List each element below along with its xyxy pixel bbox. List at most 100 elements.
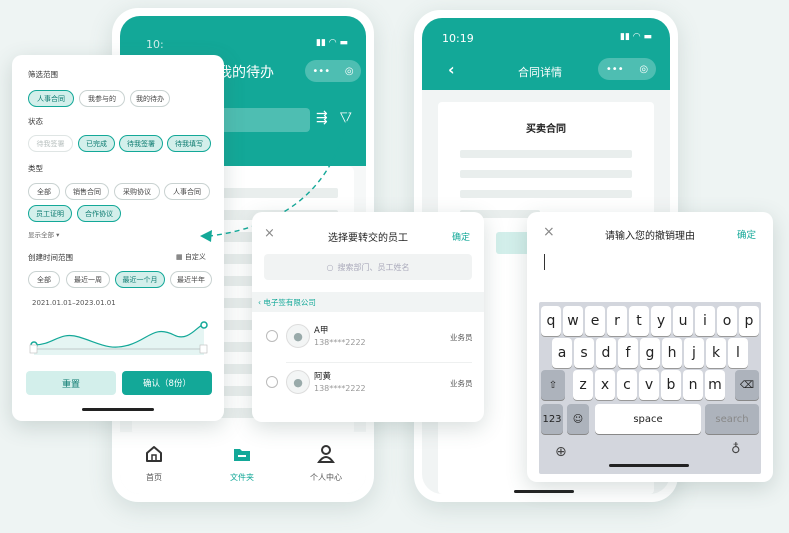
show-all-toggle[interactable]: 显示全部 ▾ bbox=[28, 229, 59, 239]
key-l[interactable]: l bbox=[728, 338, 748, 368]
placeholder-line bbox=[460, 150, 632, 158]
tab-profile-label: 个人中心 bbox=[310, 473, 342, 482]
back-icon[interactable]: ‹ bbox=[448, 60, 455, 79]
folder-icon bbox=[234, 449, 250, 461]
key-x[interactable]: x bbox=[595, 370, 615, 400]
key-c[interactable]: c bbox=[617, 370, 637, 400]
signal-icons: ▮▮ ◠ ▬ bbox=[620, 32, 652, 42]
key-r[interactable]: r bbox=[607, 306, 627, 336]
capsule-menu[interactable]: ••• ◎ bbox=[305, 60, 361, 82]
reset-button[interactable]: 重置 bbox=[26, 371, 116, 395]
key-t[interactable]: t bbox=[629, 306, 649, 336]
key-n[interactable]: n bbox=[683, 370, 703, 400]
key-v[interactable]: v bbox=[639, 370, 659, 400]
list-item[interactable]: ● A甲 138****2222 业务员 bbox=[252, 316, 484, 362]
shift-key[interactable]: ⇧ bbox=[541, 370, 565, 400]
keyboard: qwertyuiop asdfghjkl zxcvbnm ⇧ ⌫ 123 ☺ s… bbox=[539, 302, 761, 474]
time-half-year[interactable]: 最近半年 bbox=[170, 271, 212, 288]
search-key[interactable]: search bbox=[705, 404, 759, 434]
page-title: 合同详情 bbox=[518, 66, 562, 79]
key-g[interactable]: g bbox=[640, 338, 660, 368]
type-employee-cert[interactable]: 员工证明 bbox=[28, 205, 72, 222]
status-completed[interactable]: 已完成 bbox=[78, 135, 115, 152]
transfer-confirm[interactable]: 确定 bbox=[452, 230, 470, 243]
backspace-key[interactable]: ⌫ bbox=[735, 370, 759, 400]
employee-phone: 138****2222 bbox=[314, 384, 366, 393]
home-indicator bbox=[609, 464, 689, 467]
key-j[interactable]: j bbox=[684, 338, 704, 368]
key-b[interactable]: b bbox=[661, 370, 681, 400]
date-range-text: 2021.01.01–2023.01.01 bbox=[32, 299, 116, 307]
revoke-panel: × 请输入您的撤销理由 确定 qwertyuiop asdfghjkl zxcv… bbox=[527, 212, 773, 482]
search-placeholder: 搜索部门、员工姓名 bbox=[337, 262, 410, 272]
globe-icon[interactable]: ⊕ bbox=[555, 444, 567, 460]
key-q[interactable]: q bbox=[541, 306, 561, 336]
scope-my-todo[interactable]: 我的待办 bbox=[130, 90, 170, 107]
reason-textarea[interactable] bbox=[541, 250, 759, 300]
chevron-down-icon: ▾ bbox=[56, 231, 60, 239]
user-icon: ● bbox=[293, 329, 303, 343]
key-k[interactable]: k bbox=[706, 338, 726, 368]
text-cursor bbox=[544, 254, 545, 270]
key-i[interactable]: i bbox=[695, 306, 715, 336]
more-icon: ••• bbox=[312, 65, 331, 77]
search-input[interactable]: ○ 搜索部门、员工姓名 bbox=[264, 254, 472, 280]
key-a[interactable]: a bbox=[552, 338, 572, 368]
key-d[interactable]: d bbox=[596, 338, 616, 368]
numbers-key[interactable]: 123 bbox=[541, 404, 563, 434]
show-all-label: 显示全部 bbox=[28, 231, 54, 239]
type-sales[interactable]: 销售合同 bbox=[65, 183, 109, 200]
slider-handle-left bbox=[29, 344, 38, 354]
type-cooperation[interactable]: 合作协议 bbox=[77, 205, 121, 222]
key-e[interactable]: e bbox=[585, 306, 605, 336]
user-icon: ● bbox=[293, 375, 303, 389]
custom-label: 自定义 bbox=[184, 253, 206, 261]
scope-hr-contract[interactable]: 人事合同 bbox=[28, 90, 74, 107]
time-month[interactable]: 最近一个月 bbox=[115, 271, 165, 288]
key-u[interactable]: u bbox=[673, 306, 693, 336]
mic-icon[interactable]: ♁ bbox=[731, 442, 741, 457]
list-item[interactable]: ● 阿黄 138****2222 业务员 bbox=[252, 362, 484, 408]
tab-folder[interactable]: 文件夹 bbox=[222, 444, 262, 483]
placeholder-line bbox=[460, 170, 632, 178]
status-to-sign-disabled: 待我签署 bbox=[28, 135, 73, 152]
status-to-sign[interactable]: 待我签署 bbox=[119, 135, 163, 152]
capsule-menu[interactable]: ••• ◎ bbox=[598, 58, 656, 80]
more-icon: ••• bbox=[605, 63, 624, 75]
type-all[interactable]: 全部 bbox=[28, 183, 60, 200]
avatar: ● bbox=[286, 370, 310, 394]
status-time: 10: bbox=[146, 38, 164, 51]
date-range-slider[interactable] bbox=[24, 317, 214, 363]
key-f[interactable]: f bbox=[618, 338, 638, 368]
employee-role: 业务员 bbox=[450, 333, 473, 342]
document-title: 买卖合同 bbox=[526, 124, 566, 135]
time-week[interactable]: 最近一周 bbox=[66, 271, 110, 288]
key-o[interactable]: o bbox=[717, 306, 737, 336]
target-icon: ◎ bbox=[344, 65, 354, 77]
key-m[interactable]: m bbox=[705, 370, 725, 400]
scope-participated[interactable]: 我参与的 bbox=[79, 90, 125, 107]
select-radio[interactable] bbox=[266, 330, 278, 342]
emoji-key[interactable]: ☺ bbox=[567, 404, 589, 434]
time-all[interactable]: 全部 bbox=[28, 271, 60, 288]
user-icon bbox=[317, 445, 335, 463]
confirm-button[interactable]: 确认（8份） bbox=[122, 371, 212, 395]
tab-profile[interactable]: 个人中心 bbox=[304, 444, 348, 483]
tab-home[interactable]: 首页 bbox=[134, 444, 174, 483]
slider-handle-right bbox=[199, 344, 208, 354]
key-p[interactable]: p bbox=[739, 306, 759, 336]
status-title: 状态 bbox=[28, 117, 43, 126]
select-radio[interactable] bbox=[266, 376, 278, 388]
custom-date-button[interactable]: ▦ 自定义 bbox=[176, 252, 206, 262]
key-z[interactable]: z bbox=[573, 370, 593, 400]
revoke-confirm[interactable]: 确定 bbox=[737, 227, 756, 241]
space-key[interactable]: space bbox=[595, 404, 701, 434]
breadcrumb[interactable]: ‹ 电子签有限公司 bbox=[252, 292, 484, 312]
transfer-title: 选择要转交的员工 bbox=[328, 233, 408, 244]
key-s[interactable]: s bbox=[574, 338, 594, 368]
key-w[interactable]: w bbox=[563, 306, 583, 336]
type-purchase[interactable]: 采购协议 bbox=[114, 183, 160, 200]
search-icon: ○ bbox=[326, 262, 334, 272]
key-h[interactable]: h bbox=[662, 338, 682, 368]
key-y[interactable]: y bbox=[651, 306, 671, 336]
